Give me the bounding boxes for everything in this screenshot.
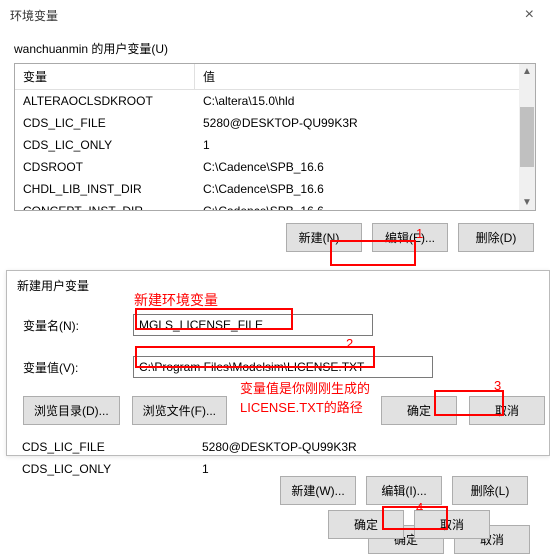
new-button[interactable]: 新建(N)... (286, 223, 362, 252)
var-name-cell: CDS_LIC_FILE (15, 114, 195, 132)
edit-button[interactable]: 编辑(E)... (372, 223, 448, 252)
browse-file-button[interactable]: 浏览文件(F)... (132, 396, 227, 425)
var-value-label: 变量值(V): (23, 359, 133, 376)
new-var-dialog: 新建用户变量 变量名(N): 变量值(V): 浏览目录(D)... 浏览文件(F… (6, 270, 550, 456)
user-vars-table: 变量 值 ALTERAOCLSDKROOTC:\altera\15.0\hldC… (14, 63, 536, 211)
new-var-ok-button[interactable]: 确定 (381, 396, 457, 425)
sys-vars-buttons: 新建(W)... 编辑(I)... 删除(L) (0, 476, 550, 505)
close-icon[interactable]: × (519, 6, 540, 24)
table-row[interactable]: CDS_LIC_FILE5280@DESKTOP-QU99K3R (15, 112, 535, 134)
var-value-cell: C:\Cadence\SPB_16.6 (195, 202, 535, 211)
ok-button[interactable]: 确定 (328, 510, 404, 539)
var-name-cell: CHDL_LIB_INST_DIR (15, 180, 195, 198)
table-row[interactable]: CDS_LIC_ONLY1 (15, 134, 535, 156)
table-row[interactable]: CDSROOTC:\Cadence\SPB_16.6 (15, 156, 535, 178)
scroll-thumb[interactable] (520, 107, 534, 167)
var-value-cell: 1 (195, 136, 535, 154)
var-value-cell: C:\Cadence\SPB_16.6 (195, 158, 535, 176)
new-var-dialog-title: 新建用户变量 (7, 271, 549, 300)
col-header-name[interactable]: 变量 (15, 64, 195, 89)
var-value-row: 变量值(V): (7, 350, 549, 384)
var-value-cell: C:\Cadence\SPB_16.6 (195, 180, 535, 198)
sys-delete-button[interactable]: 删除(L) (452, 476, 528, 505)
var-value-input[interactable] (133, 356, 433, 378)
dialog-title: 环境变量 (10, 7, 58, 24)
table-row[interactable]: CDS_LIC_FILE5280@DESKTOP-QU99K3R (14, 436, 536, 458)
table-row[interactable]: ALTERAOCLSDKROOTC:\altera\15.0\hld (15, 90, 535, 112)
sys-edit-button[interactable]: 编辑(I)... (366, 476, 442, 505)
var-value-cell: 5280@DESKTOP-QU99K3R (195, 114, 535, 132)
user-vars-buttons: 新建(N)... 编辑(E)... 删除(D) (0, 211, 550, 260)
table-row[interactable]: CONCEPT_INST_DIRC:\Cadence\SPB_16.6 (15, 200, 535, 211)
col-header-value[interactable]: 值 (195, 64, 535, 89)
var-name-cell: CDS_LIC_ONLY (15, 136, 195, 154)
dialog-titlebar: 环境变量 × (0, 0, 550, 30)
table-row[interactable]: CHDL_LIB_INST_DIRC:\Cadence\SPB_16.6 (15, 178, 535, 200)
var-name-cell: CDS_LIC_FILE (14, 438, 194, 456)
vertical-scrollbar[interactable]: ▲ ▼ (519, 64, 535, 210)
main-ok-cancel: 确定 取消 (0, 510, 550, 539)
var-name-label: 变量名(N): (23, 317, 133, 334)
var-name-cell: ALTERAOCLSDKROOT (15, 92, 195, 110)
cancel-button[interactable]: 取消 (414, 510, 490, 539)
new-var-dialog-buttons: 浏览目录(D)... 浏览文件(F)... 确定 取消 (7, 384, 549, 437)
var-name-input[interactable] (133, 314, 373, 336)
var-value-cell: 5280@DESKTOP-QU99K3R (194, 438, 536, 456)
delete-button[interactable]: 删除(D) (458, 223, 534, 252)
table-header: 变量 值 (15, 64, 535, 90)
browse-dir-button[interactable]: 浏览目录(D)... (23, 396, 120, 425)
var-name-cell: CONCEPT_INST_DIR (15, 202, 195, 211)
sys-new-button[interactable]: 新建(W)... (280, 476, 356, 505)
scroll-down-icon[interactable]: ▼ (520, 195, 534, 210)
var-value-cell: C:\altera\15.0\hld (195, 92, 535, 110)
var-name-row: 变量名(N): (7, 308, 549, 342)
new-var-cancel-button[interactable]: 取消 (469, 396, 545, 425)
user-vars-label: wanchuanmin 的用户变量(U) (0, 30, 550, 63)
var-name-cell: CDSROOT (15, 158, 195, 176)
scroll-up-icon[interactable]: ▲ (520, 64, 534, 79)
